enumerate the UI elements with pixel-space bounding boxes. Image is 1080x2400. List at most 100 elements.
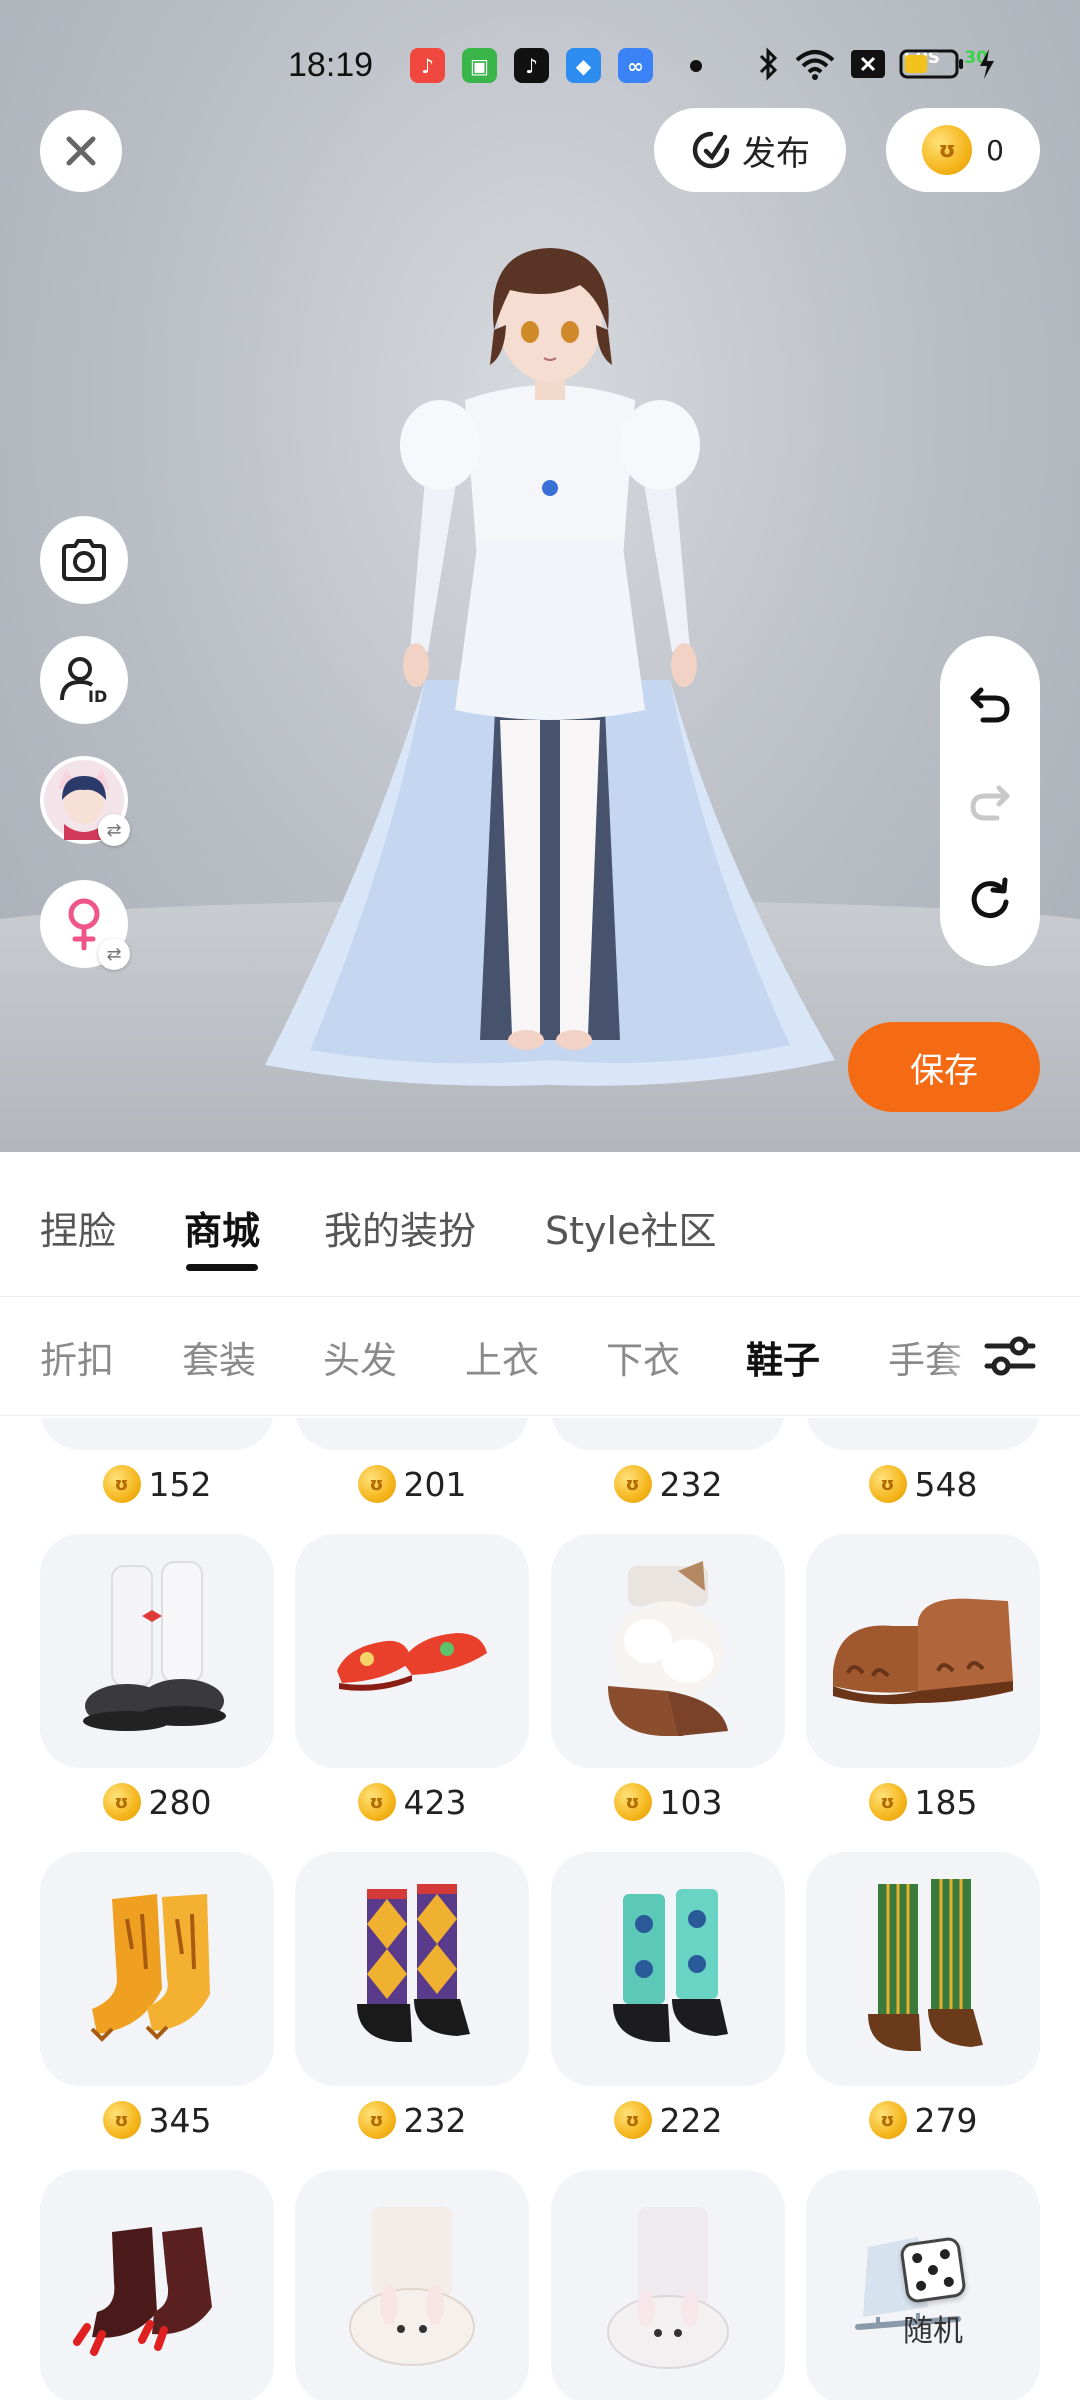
argyle-sock-shoe-icon bbox=[357, 1884, 470, 2042]
avatar-preview[interactable]: FPS 30 18:19 ♪ ▣ ♪ ◆ ∞ 发布 ʊ 0 ID bbox=[0, 0, 1080, 1152]
avatar-id-button[interactable]: ID bbox=[40, 636, 128, 724]
random-outfit-button[interactable]: 随机 bbox=[878, 2230, 988, 2360]
save-button[interactable]: 保存 bbox=[848, 1022, 1040, 1112]
avatar-character bbox=[265, 248, 835, 1086]
item-card[interactable] bbox=[40, 1534, 274, 1768]
redo-icon[interactable] bbox=[967, 778, 1013, 824]
item-card[interactable] bbox=[806, 1418, 1040, 1450]
item-price-value: 280 bbox=[148, 1782, 212, 1822]
tab-tops[interactable]: 上衣 bbox=[465, 1330, 539, 1384]
coin-icon: ʊ bbox=[613, 2101, 652, 2139]
item-price-value: 152 bbox=[148, 1464, 212, 1504]
item-card[interactable] bbox=[40, 1418, 274, 1450]
coin-icon: ʊ bbox=[357, 2101, 396, 2139]
camera-button[interactable] bbox=[40, 516, 128, 604]
camera-icon bbox=[62, 539, 106, 581]
android-app-icon: ▣ bbox=[462, 48, 497, 83]
orange-paw-boot-icon bbox=[90, 1894, 210, 2042]
item-price-value: 345 bbox=[148, 2100, 212, 2140]
item-price: ʊ 201 bbox=[295, 1462, 529, 1506]
coin-icon: ʊ bbox=[922, 125, 973, 175]
brown-paw-slipper-icon bbox=[833, 1598, 1013, 1705]
white-bunny-slipper-icon bbox=[607, 2207, 729, 2369]
tiktok-app-icon: ♪ bbox=[514, 48, 549, 83]
item-price: ʊ 423 bbox=[295, 1780, 529, 1824]
charging-icon bbox=[980, 49, 994, 79]
female-icon bbox=[68, 898, 100, 951]
item-card[interactable] bbox=[551, 1418, 785, 1450]
swap-icon: ⇄ bbox=[98, 938, 130, 970]
coin-icon: ʊ bbox=[868, 2101, 907, 2139]
teal-sock-shoe-icon bbox=[613, 1889, 728, 2042]
publish-button[interactable]: 发布 bbox=[654, 108, 846, 192]
coin-icon: ʊ bbox=[613, 1783, 652, 1821]
status-clock: 18:19 bbox=[288, 46, 374, 84]
filter-sliders-icon bbox=[984, 1336, 1036, 1376]
coin-icon: ʊ bbox=[102, 1783, 141, 1821]
close-icon bbox=[66, 136, 96, 166]
active-tab-indicator bbox=[186, 1264, 258, 1271]
red-flat-shoe-icon bbox=[337, 1633, 487, 1691]
item-card[interactable] bbox=[295, 1534, 529, 1768]
category-tabs: 折扣 套装 头发 上衣 下衣 鞋子 手套 bbox=[0, 1298, 1080, 1416]
dice-icon bbox=[899, 2236, 967, 2304]
user-id-icon: ID bbox=[60, 657, 107, 706]
coin-icon: ʊ bbox=[357, 1783, 396, 1821]
tab-suits[interactable]: 套装 bbox=[182, 1330, 256, 1384]
green-striped-boot-icon bbox=[868, 1879, 983, 2051]
coin-icon: ʊ bbox=[868, 1783, 907, 1821]
item-card[interactable] bbox=[551, 2170, 785, 2400]
infinity-app-icon: ∞ bbox=[618, 48, 653, 83]
wifi-icon bbox=[795, 50, 835, 80]
item-price-value: 201 bbox=[403, 1464, 467, 1504]
item-card[interactable] bbox=[295, 1852, 529, 2086]
item-card[interactable] bbox=[295, 2170, 529, 2400]
tab-style-community[interactable]: Style社区 bbox=[545, 1200, 716, 1255]
item-price-value: 103 bbox=[659, 1782, 723, 1822]
switch-gender-button[interactable]: ⇄ bbox=[40, 880, 130, 970]
item-price: ʊ 232 bbox=[551, 1462, 785, 1506]
coin-balance-value: 0 bbox=[986, 133, 1004, 167]
no-sim-icon bbox=[851, 50, 885, 78]
white-bunny-slipper-icon bbox=[349, 2207, 475, 2366]
item-card[interactable] bbox=[551, 1534, 785, 1768]
tab-shop[interactable]: 商城 bbox=[184, 1200, 260, 1255]
item-card[interactable] bbox=[551, 1852, 785, 2086]
undo-icon[interactable] bbox=[967, 680, 1013, 726]
edit-history-panel bbox=[940, 636, 1040, 966]
tab-face[interactable]: 捏脸 bbox=[40, 1200, 116, 1255]
random-label: 随机 bbox=[903, 2314, 963, 2349]
tab-hair[interactable]: 头发 bbox=[323, 1330, 397, 1384]
filter-button[interactable] bbox=[980, 1328, 1040, 1384]
switch-character-button[interactable]: ⇄ bbox=[40, 756, 130, 846]
coin-icon: ʊ bbox=[357, 1465, 396, 1503]
swap-icon: ⇄ bbox=[98, 814, 130, 846]
item-price: ʊ 152 bbox=[40, 1462, 274, 1506]
item-price: ʊ 185 bbox=[806, 1780, 1040, 1824]
coin-balance[interactable]: ʊ 0 bbox=[886, 108, 1040, 192]
item-card[interactable] bbox=[40, 1852, 274, 2086]
white-legwarmer-platform-shoe-icon bbox=[83, 1561, 226, 1731]
item-card[interactable] bbox=[806, 1534, 1040, 1768]
tab-discount[interactable]: 折扣 bbox=[40, 1330, 114, 1384]
close-button[interactable] bbox=[40, 110, 122, 192]
item-price-value: 232 bbox=[659, 1464, 723, 1504]
more-notifications-dot bbox=[690, 60, 702, 72]
notification-app-icons: ♪ ▣ ♪ ◆ ∞ bbox=[410, 48, 653, 83]
bluetooth-icon bbox=[759, 47, 778, 81]
item-card[interactable] bbox=[40, 2170, 274, 2400]
reset-icon[interactable] bbox=[967, 876, 1013, 922]
music-app-icon: ♪ bbox=[410, 48, 445, 83]
item-price: ʊ 279 bbox=[806, 2098, 1040, 2142]
tab-bottoms[interactable]: 下衣 bbox=[606, 1330, 680, 1384]
coin-icon: ʊ bbox=[868, 1465, 907, 1503]
item-price: ʊ 222 bbox=[551, 2098, 785, 2142]
publish-icon bbox=[692, 131, 730, 169]
tab-my-outfits[interactable]: 我的装扮 bbox=[324, 1200, 476, 1255]
system-icons bbox=[755, 46, 997, 82]
item-card[interactable] bbox=[806, 1852, 1040, 2086]
item-price-value: 222 bbox=[659, 2100, 723, 2140]
item-card[interactable] bbox=[295, 1418, 529, 1450]
tab-shoes[interactable]: 鞋子 bbox=[746, 1330, 820, 1384]
fluffy-brown-boot-icon bbox=[608, 1561, 728, 1736]
